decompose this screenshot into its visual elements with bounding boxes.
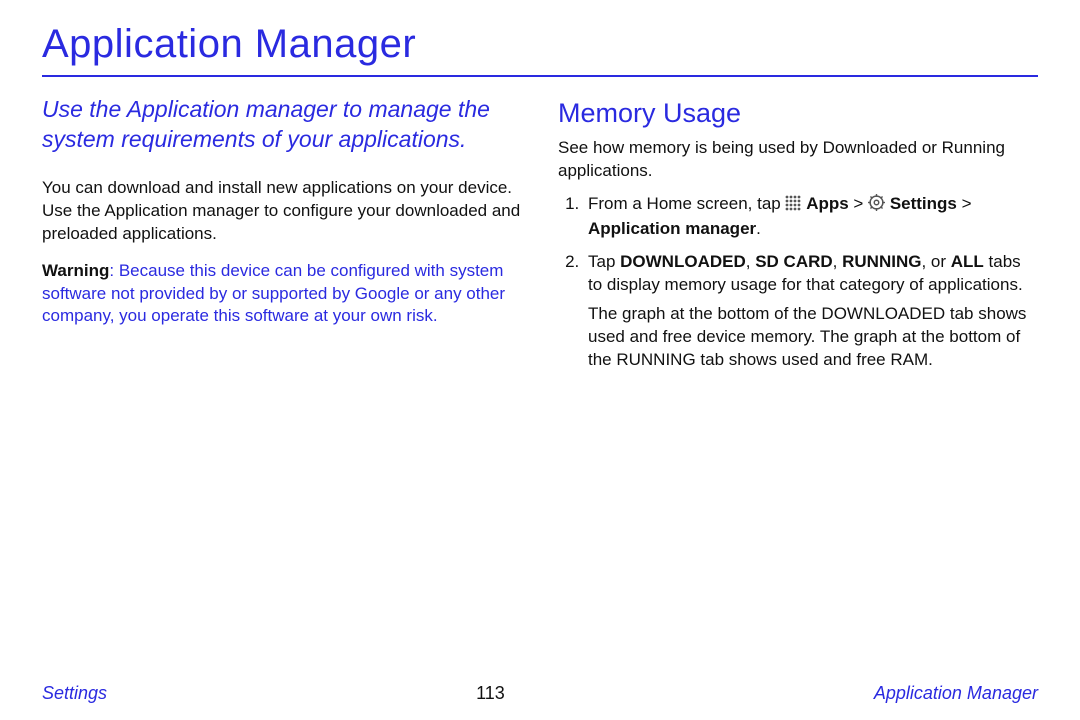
- appmgr-label: Application manager: [588, 219, 756, 238]
- apps-label: Apps: [806, 194, 849, 213]
- footer-left: Settings: [42, 683, 107, 704]
- footer-page-number: 113: [476, 683, 505, 704]
- gt-1: >: [849, 194, 868, 213]
- steps-list: From a Home screen, tap Apps >: [558, 193, 1038, 372]
- comma-1: ,: [746, 252, 755, 271]
- tab-sdcard: SD CARD: [755, 252, 832, 271]
- footer-right: Application Manager: [874, 683, 1038, 704]
- memory-usage-heading: Memory Usage: [558, 95, 1038, 131]
- title-rule: [42, 75, 1038, 77]
- description-paragraph: You can download and install new applica…: [42, 177, 522, 246]
- comma-2: ,: [833, 252, 842, 271]
- gt-2: >: [957, 194, 972, 213]
- tab-downloaded: DOWNLOADED: [620, 252, 746, 271]
- warning-body: : Because this device can be configured …: [42, 261, 505, 326]
- graph-paragraph: The graph at the bottom of the DOWNLOADE…: [588, 303, 1038, 372]
- intro-text: Use the Application manager to manage th…: [42, 95, 522, 155]
- warning-paragraph: Warning: Because this device can be conf…: [42, 260, 522, 329]
- left-column: Use the Application manager to manage th…: [42, 95, 522, 382]
- tab-running: RUNNING: [842, 252, 921, 271]
- step-1: From a Home screen, tap Apps >: [584, 193, 1038, 241]
- step1-pre: From a Home screen, tap: [588, 194, 785, 213]
- or-text: , or: [921, 252, 950, 271]
- settings-gear-icon: [868, 194, 885, 218]
- period-1: .: [756, 219, 761, 238]
- apps-grid-icon: [785, 195, 801, 218]
- settings-label: Settings: [890, 194, 957, 213]
- content-columns: Use the Application manager to manage th…: [42, 95, 1038, 382]
- tab-all: ALL: [951, 252, 984, 271]
- memory-usage-lead: See how memory is being used by Download…: [558, 137, 1038, 183]
- step2-pre: Tap: [588, 252, 620, 271]
- page-footer: Settings 113 Application Manager: [0, 683, 1080, 704]
- page-title: Application Manager: [42, 22, 1038, 75]
- step-2: Tap DOWNLOADED, SD CARD, RUNNING, or ALL…: [584, 251, 1038, 372]
- right-column: Memory Usage See how memory is being use…: [558, 95, 1038, 382]
- warning-label: Warning: [42, 261, 109, 280]
